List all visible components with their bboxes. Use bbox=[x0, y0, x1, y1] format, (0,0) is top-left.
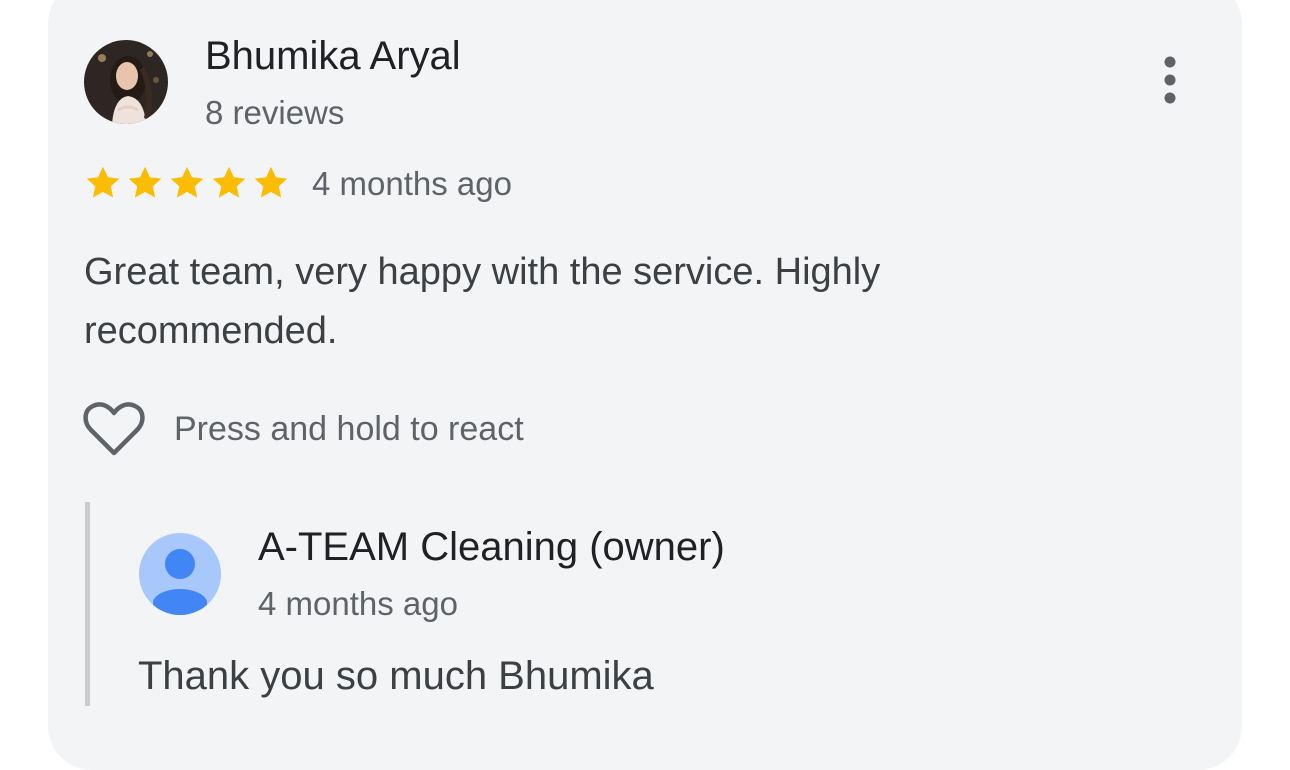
star-filled-icon bbox=[128, 166, 162, 198]
react-button[interactable]: Press and hold to react bbox=[82, 400, 524, 458]
star-filled-icon bbox=[170, 166, 204, 198]
reviewer-review-count: 8 reviews bbox=[205, 94, 345, 131]
owner-reply-text: Thank you so much Bhumika bbox=[138, 654, 654, 698]
reply-divider bbox=[85, 502, 90, 706]
star-filled-icon bbox=[254, 166, 288, 198]
star-rating bbox=[84, 164, 290, 202]
review-time: 4 months ago bbox=[312, 165, 512, 202]
owner-name: A-TEAM Cleaning (owner) bbox=[258, 525, 725, 569]
star-filled-icon bbox=[212, 166, 246, 198]
reviewer-avatar[interactable] bbox=[84, 40, 168, 124]
star-filled-icon bbox=[86, 166, 120, 198]
owner-reply-time: 4 months ago bbox=[258, 585, 458, 622]
owner-avatar bbox=[139, 533, 221, 615]
reviewer-photo bbox=[84, 40, 168, 124]
default-person-avatar-icon bbox=[139, 533, 221, 615]
reviewer-name[interactable]: Bhumika Aryal bbox=[205, 34, 461, 79]
review-text: Great team, very happy with the service.… bbox=[84, 251, 881, 352]
heart-outline-icon bbox=[83, 402, 145, 456]
react-label: Press and hold to react bbox=[174, 409, 524, 448]
more-options-icon[interactable] bbox=[1150, 50, 1190, 110]
